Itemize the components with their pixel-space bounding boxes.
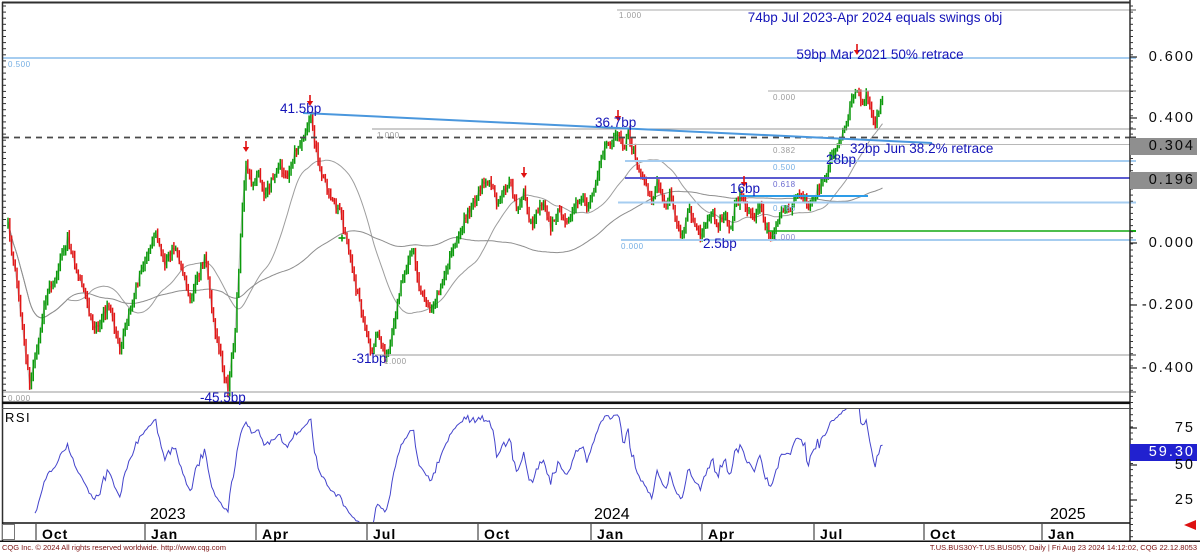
price-chart-canvas[interactable] (0, 0, 1200, 554)
symbol-info-text: T.US.BUS30Y-T.US.BUS05Y, Daily | Fri Aug… (930, 543, 1197, 552)
red-left-arrow-icon[interactable] (1184, 520, 1196, 530)
cqg-chart-window: 74bp Jul 2023-Apr 2024 equals swings obj… (0, 0, 1200, 554)
rsi-indicator-label: RSI (5, 410, 31, 425)
scroll-home-box[interactable] (2, 524, 15, 540)
status-bar: CQG Inc. © 2024 All rights reserved worl… (0, 542, 1200, 554)
copyright-text: CQG Inc. © 2024 All rights reserved worl… (2, 543, 226, 552)
